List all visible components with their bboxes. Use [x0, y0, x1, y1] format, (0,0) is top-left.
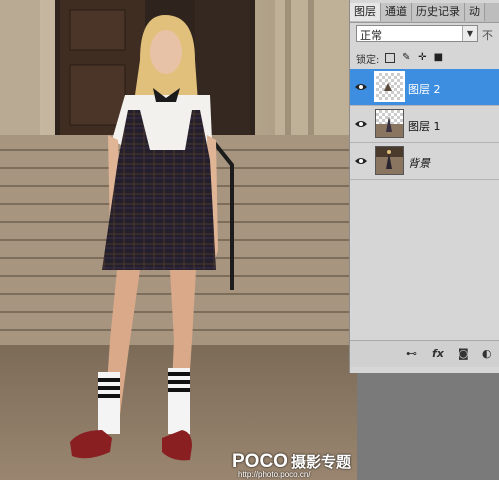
eye-icon[interactable] [354, 80, 368, 94]
watermark-title: 摄影专题 [291, 454, 352, 471]
opacity-label: 不 [482, 29, 493, 42]
layer-name: 图层 2 [408, 83, 441, 96]
layer-list: 图层 2 图层 1 背景 [350, 69, 499, 180]
tab-channels[interactable]: 通道 [381, 3, 412, 21]
panel-footer: ⊷ fx ◙ ◐ [350, 340, 499, 367]
tab-history[interactable]: 历史记录 [412, 3, 465, 21]
chevron-down-icon: ▼ [462, 26, 477, 41]
photo-scene [0, 0, 357, 480]
layers-panel: 图层 通道 历史记录 动 正常 ▼ 不 锁定: ✎ ✛ ■ 图层 2 图层 1 … [349, 0, 499, 373]
lock-all-icon[interactable]: ■ [433, 53, 443, 63]
lock-row: 锁定: ✎ ✛ ■ [356, 51, 443, 66]
tab-layers[interactable]: 图层 [350, 3, 381, 21]
lock-transparency-icon[interactable] [385, 53, 396, 63]
lock-label: 锁定: [356, 54, 380, 66]
adjustment-icon[interactable]: ◐ [482, 347, 492, 361]
watermark-brand: POCO [232, 451, 288, 472]
blend-mode-value: 正常 [360, 29, 382, 42]
watermark-url: http://photo.poco.cn/ [238, 470, 311, 479]
layer-name: 背景 [408, 157, 430, 170]
layer-row-background[interactable]: 背景 [350, 143, 499, 180]
panel-background [357, 373, 499, 480]
watermark: POCO 摄影专题 http://photo.poco.cn/ [232, 451, 352, 479]
eye-icon[interactable] [354, 117, 368, 131]
layer-row-2[interactable]: 图层 2 [350, 69, 499, 106]
tab-actions[interactable]: 动 [465, 3, 485, 21]
link-icon[interactable]: ⊷ [406, 347, 417, 361]
mask-icon[interactable]: ◙ [458, 347, 469, 361]
layer-thumbnail [375, 109, 404, 138]
panel-tabs: 图层 通道 历史记录 动 [350, 3, 499, 23]
fx-button[interactable]: fx [432, 347, 444, 361]
layer-name: 图层 1 [408, 120, 441, 133]
lock-paint-icon[interactable]: ✎ [401, 53, 411, 63]
blend-mode-select[interactable]: 正常 ▼ [356, 25, 478, 42]
layer-thumbnail [375, 146, 404, 175]
lock-position-icon[interactable]: ✛ [417, 53, 427, 63]
layer-row-1[interactable]: 图层 1 [350, 106, 499, 143]
eye-icon[interactable] [354, 154, 368, 168]
layer-thumbnail [374, 71, 405, 102]
document-canvas[interactable]: POCO 摄影专题 http://photo.poco.cn/ [0, 0, 357, 480]
